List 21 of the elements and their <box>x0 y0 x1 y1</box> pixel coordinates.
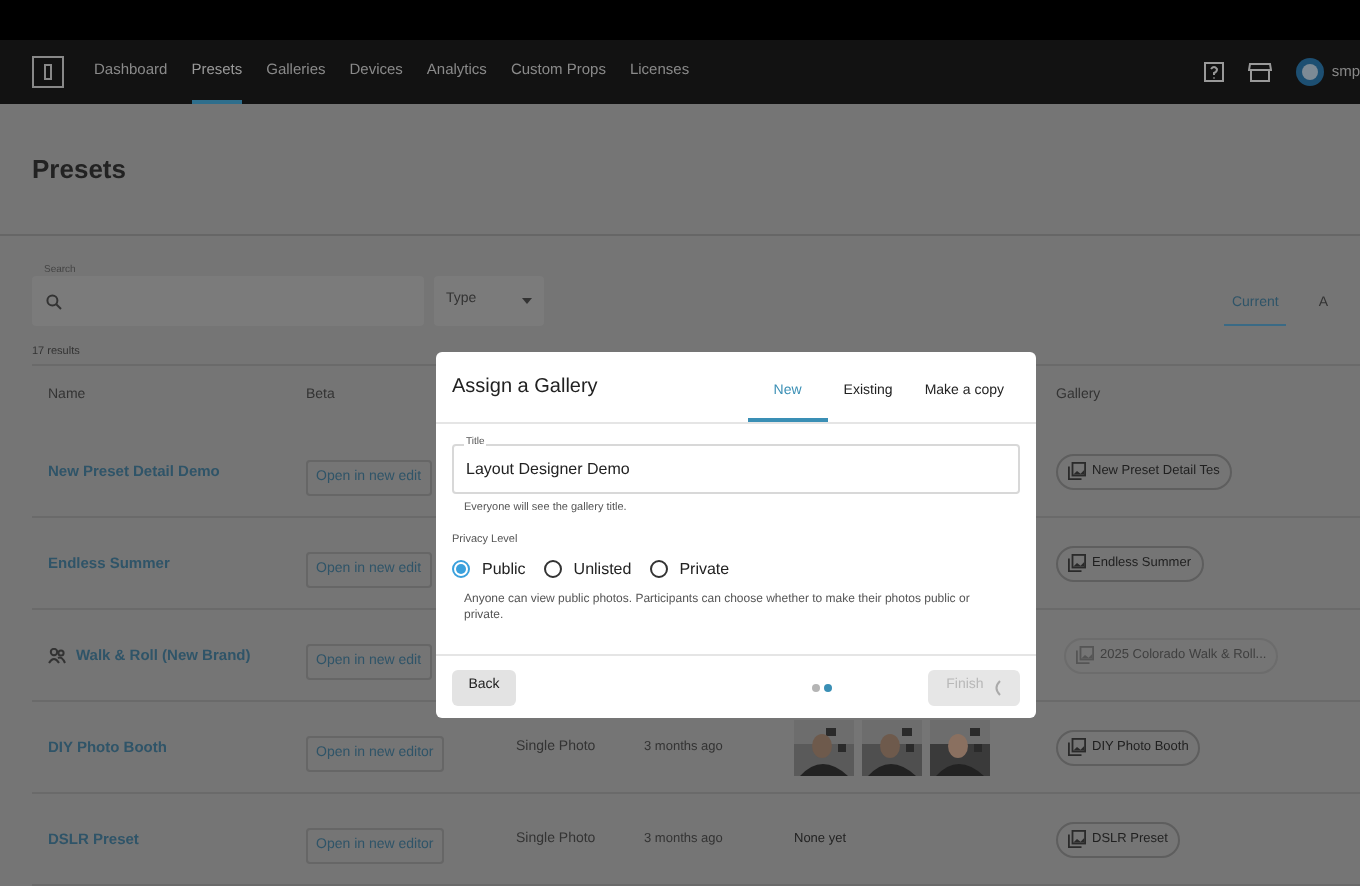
gallery-icon <box>1068 738 1086 757</box>
logo-icon <box>32 56 64 88</box>
people-icon <box>48 647 66 664</box>
avatar <box>1295 58 1324 86</box>
gallery-icon <box>1068 462 1086 481</box>
gallery-icon <box>1068 554 1086 573</box>
search-icon <box>46 293 62 309</box>
gallery-icon <box>1068 830 1086 849</box>
dialog-title: Assign a Gallery <box>452 374 598 402</box>
store-icon[interactable] <box>1247 62 1272 82</box>
help-icon[interactable] <box>1203 62 1224 82</box>
spinner-icon <box>991 679 1002 695</box>
caret-icon <box>522 298 532 304</box>
radio-option[interactable]: Public <box>452 557 526 581</box>
page-title: Presets <box>32 151 126 188</box>
radio-button[interactable] <box>452 560 470 578</box>
radio-option[interactable]: Private <box>649 557 730 581</box>
radio-button[interactable] <box>543 560 562 578</box>
radio-button[interactable] <box>649 560 668 578</box>
radio-option[interactable]: Unlisted <box>543 557 632 581</box>
gallery-icon <box>1076 646 1094 665</box>
